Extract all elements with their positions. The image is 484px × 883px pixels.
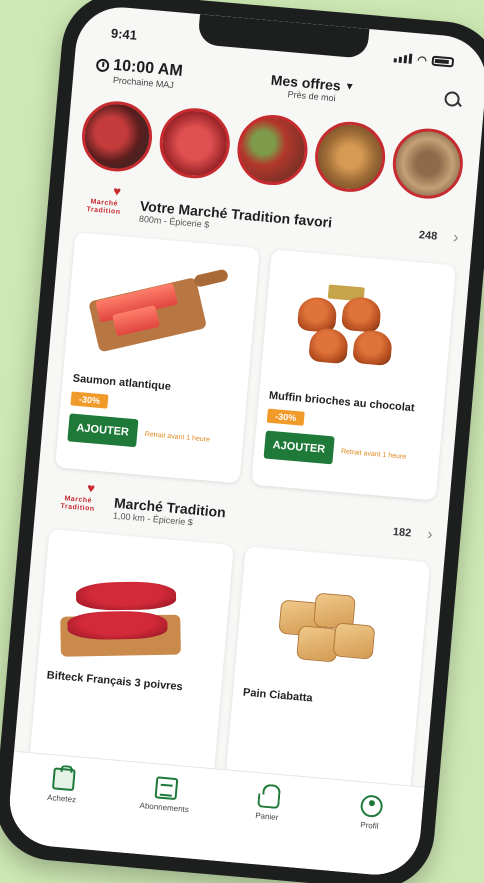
add-button[interactable]: AJOUTER bbox=[67, 413, 139, 448]
tab-shop[interactable]: Achetez bbox=[26, 765, 99, 806]
phone-mockup: 9:41 ◠ 10:00 AM Prochaine MAJ Mes offres… bbox=[0, 0, 484, 883]
store-logo: ♥ Marché Tradition bbox=[86, 183, 122, 217]
store-logo: ♥ Marché Tradition bbox=[60, 480, 96, 513]
story-bubble[interactable] bbox=[234, 112, 311, 188]
offer-count: 248 bbox=[418, 229, 438, 243]
product-card[interactable]: Pain Ciabatta bbox=[225, 546, 431, 798]
status-icons: ◠ bbox=[393, 51, 455, 69]
tab-basket[interactable]: Panier bbox=[232, 783, 305, 824]
basket-icon bbox=[256, 793, 280, 810]
product-cards: Saumon atlantique -30% AJOUTER Retrait a… bbox=[54, 232, 457, 501]
product-image bbox=[74, 243, 249, 377]
wifi-icon: ◠ bbox=[416, 53, 428, 67]
signal-icon bbox=[393, 52, 413, 64]
store-section: ♥ Marché Tradition Votre Marché Traditio… bbox=[39, 181, 474, 502]
discount-badge: -30% bbox=[266, 408, 305, 426]
tab-subscriptions[interactable]: Abonnements bbox=[129, 774, 202, 815]
story-bubble[interactable] bbox=[156, 105, 233, 182]
clock-icon bbox=[95, 57, 110, 72]
product-image bbox=[270, 260, 445, 394]
product-image bbox=[244, 557, 419, 691]
app-screen: 9:41 ◠ 10:00 AM Prochaine MAJ Mes offres… bbox=[6, 3, 484, 879]
offers-dropdown[interactable]: Mes offres ▼ Près de moi bbox=[269, 72, 355, 105]
heart-icon[interactable]: ♥ bbox=[87, 480, 96, 496]
profile-icon bbox=[359, 794, 384, 819]
product-name: Bifteck Français 3 poivres bbox=[46, 669, 184, 694]
chevron-down-icon: ▼ bbox=[344, 80, 356, 93]
product-name: Pain Ciabatta bbox=[242, 686, 314, 705]
product-card[interactable]: Saumon atlantique -30% AJOUTER Retrait a… bbox=[54, 232, 260, 484]
subscriptions-icon bbox=[154, 776, 178, 801]
pickup-note: Retrait avant 1 heure bbox=[144, 430, 211, 444]
tab-profile[interactable]: Profil bbox=[334, 792, 407, 833]
offer-count: 182 bbox=[392, 526, 412, 540]
discount-badge: -30% bbox=[70, 391, 109, 409]
product-image bbox=[48, 540, 223, 674]
story-bubble[interactable] bbox=[312, 118, 389, 195]
pickup-note: Retrait avant 1 heure bbox=[340, 447, 407, 461]
phone-frame: 9:41 ◠ 10:00 AM Prochaine MAJ Mes offres… bbox=[0, 0, 484, 883]
pickup-selector[interactable]: 10:00 AM Prochaine MAJ bbox=[95, 55, 183, 90]
status-time: 9:41 bbox=[110, 25, 138, 43]
chevron-right-icon[interactable]: › bbox=[426, 526, 433, 544]
story-bubble[interactable] bbox=[79, 98, 155, 175]
search-icon[interactable] bbox=[442, 89, 466, 113]
add-button[interactable]: AJOUTER bbox=[263, 430, 335, 465]
bag-icon bbox=[51, 767, 76, 792]
heart-icon[interactable]: ♥ bbox=[113, 183, 122, 199]
store-section: ♥ Marché Tradition Marché Tradition 1,00… bbox=[13, 478, 448, 799]
story-bubble[interactable] bbox=[389, 125, 466, 202]
product-card[interactable]: Bifteck Français 3 poivres bbox=[29, 529, 234, 781]
battery-icon bbox=[431, 55, 455, 68]
chevron-right-icon[interactable]: › bbox=[452, 229, 459, 247]
product-card[interactable]: Muffin brioches au chocolat -30% AJOUTER… bbox=[251, 249, 457, 501]
